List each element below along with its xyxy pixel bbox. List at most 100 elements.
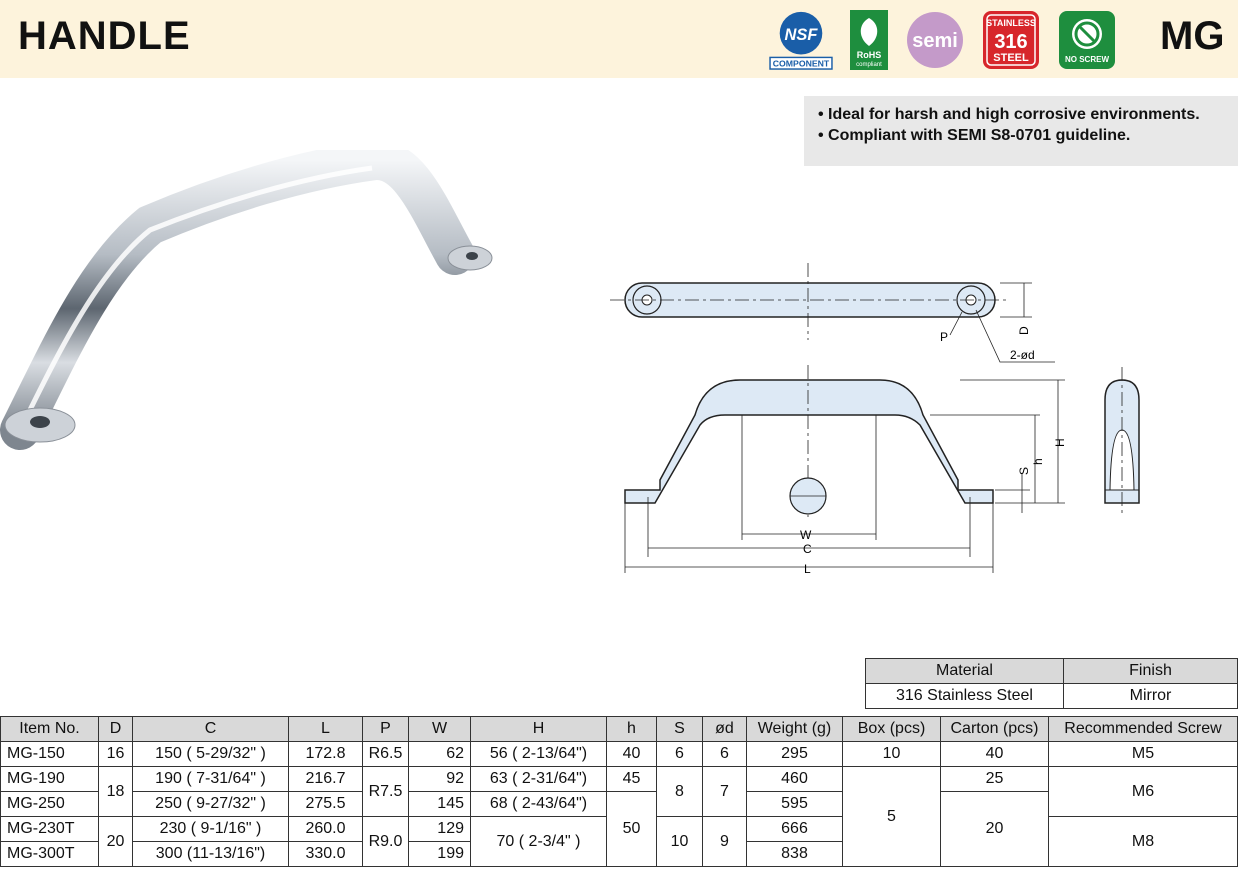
- dim-label-h-lower: h: [1031, 458, 1045, 465]
- svg-text:STAINLESS: STAINLESS: [986, 18, 1036, 28]
- table-cell: M6: [1048, 766, 1238, 817]
- col-box: Box (pcs): [842, 716, 941, 742]
- table-cell: 838: [746, 841, 843, 867]
- svg-text:316: 316: [994, 31, 1027, 53]
- series-code: MG: [1160, 14, 1225, 58]
- table-cell: 595: [746, 791, 843, 817]
- dim-label-l: L: [804, 562, 811, 576]
- table-cell: MG-150: [0, 741, 99, 767]
- table-cell: 216.7: [288, 766, 363, 792]
- table-cell: 68 ( 2-43/64"): [470, 791, 607, 817]
- col-w: W: [408, 716, 471, 742]
- table-cell: 40: [606, 741, 657, 767]
- col-item: Item No.: [0, 716, 99, 742]
- finish-value: Mirror: [1063, 683, 1238, 709]
- col-od: ød: [702, 716, 747, 742]
- table-cell: 275.5: [288, 791, 363, 817]
- table-cell: 172.8: [288, 741, 363, 767]
- table-cell: R7.5: [362, 766, 409, 817]
- table-cell: 16: [98, 741, 133, 767]
- table-cell: 190 ( 7-31/64" ): [132, 766, 289, 792]
- svg-text:NSF: NSF: [785, 26, 819, 44]
- table-cell: 8: [656, 766, 703, 817]
- stainless-316-icon: STAINLESS 316 STEEL: [983, 11, 1039, 69]
- spec-table: Item No. D C L P W H h S ød Weight (g) B…: [0, 716, 1238, 867]
- dim-label-h-upper: H: [1053, 438, 1067, 447]
- table-cell: 10: [842, 741, 941, 767]
- col-weight: Weight (g): [746, 716, 843, 742]
- spec-header-row: Item No. D C L P W H h S ød Weight (g) B…: [0, 716, 1238, 742]
- table-cell: 25: [940, 766, 1049, 792]
- material-table: Material Finish 316 Stainless Steel Mirr…: [865, 658, 1238, 709]
- dim-label-s: S: [1017, 467, 1031, 475]
- table-cell: 150 ( 5-29/32" ): [132, 741, 289, 767]
- dim-label-w: W: [800, 528, 812, 542]
- table-cell: 460: [746, 766, 843, 792]
- table-cell: MG-250: [0, 791, 99, 817]
- dim-label-hole: 2-ød: [1010, 348, 1035, 362]
- table-cell: 7: [702, 766, 747, 817]
- table-cell: 145: [408, 791, 471, 817]
- table-cell: R6.5: [362, 741, 409, 767]
- feature-list: • Ideal for harsh and high corrosive env…: [804, 96, 1238, 166]
- col-h-small: h: [606, 716, 657, 742]
- svg-text:COMPONENT: COMPONENT: [773, 59, 830, 69]
- table-cell: 666: [746, 816, 843, 842]
- table-cell: 40: [940, 741, 1049, 767]
- table-cell: 129: [408, 816, 471, 842]
- table-cell: 45: [606, 766, 657, 792]
- table-row: MG-150 16 150 ( 5-29/32" ) 172.8 R6.5 62…: [0, 741, 1238, 767]
- table-cell: MG-230T: [0, 816, 99, 842]
- dimension-drawing: D P 2-ød W C L H h S: [610, 263, 1140, 576]
- table-cell: 9: [702, 816, 747, 867]
- table-cell: 20: [98, 816, 133, 867]
- table-cell: 50: [606, 791, 657, 867]
- table-cell: 230 ( 9-1/16" ): [132, 816, 289, 842]
- dim-label-d: D: [1017, 326, 1031, 335]
- semi-icon: semi: [907, 12, 963, 68]
- table-cell: 199: [408, 841, 471, 867]
- col-d: D: [98, 716, 133, 742]
- finish-header: Finish: [1063, 658, 1238, 684]
- table-row: MG-190 18 190 ( 7-31/64" ) 216.7 R7.5 92…: [0, 766, 1238, 867]
- dim-label-c: C: [803, 542, 812, 556]
- table-cell: 10: [656, 816, 703, 867]
- col-s: S: [656, 716, 703, 742]
- dim-label-p: P: [940, 330, 948, 344]
- col-screw: Recommended Screw: [1048, 716, 1238, 742]
- nsf-icon: NSF COMPONENT: [769, 11, 833, 70]
- handle-product-photo: [0, 150, 493, 450]
- table-cell: R9.0: [362, 816, 409, 867]
- material-value: 316 Stainless Steel: [865, 683, 1064, 709]
- table-cell: 20: [940, 791, 1049, 867]
- feature-item: • Ideal for harsh and high corrosive env…: [818, 106, 1200, 123]
- table-cell: 260.0: [288, 816, 363, 842]
- svg-text:NO SCREW: NO SCREW: [1065, 55, 1109, 64]
- material-header: Material: [865, 658, 1064, 684]
- table-cell: MG-190: [0, 766, 99, 792]
- col-p: P: [362, 716, 409, 742]
- table-cell: 5: [842, 766, 941, 867]
- table-cell: 62: [408, 741, 471, 767]
- svg-text:STEEL: STEEL: [993, 52, 1029, 64]
- table-cell: M8: [1048, 816, 1238, 867]
- table-cell: M5: [1048, 741, 1238, 767]
- feature-item: • Compliant with SEMI S8-0701 guideline.: [818, 127, 1131, 144]
- svg-text:semi: semi: [912, 30, 958, 52]
- table-cell: 295: [746, 741, 843, 767]
- col-carton: Carton (pcs): [940, 716, 1049, 742]
- table-cell: 6: [656, 741, 703, 767]
- svg-text:RoHS: RoHS: [857, 50, 882, 60]
- col-c: C: [132, 716, 289, 742]
- table-cell: 70 ( 2-3/4" ): [470, 816, 607, 867]
- table-cell: 56 ( 2-13/64"): [470, 741, 607, 767]
- no-screw-icon: NO SCREW: [1059, 11, 1115, 69]
- table-cell: 300 (11-13/16"): [132, 841, 289, 867]
- table-cell: 6: [702, 741, 747, 767]
- table-cell: MG-300T: [0, 841, 99, 867]
- table-cell: 330.0: [288, 841, 363, 867]
- table-cell: 63 ( 2-31/64"): [470, 766, 607, 792]
- table-cell: 92: [408, 766, 471, 792]
- svg-text:compliant: compliant: [856, 62, 882, 68]
- header-bar: HANDLE NSF COMPONENT RoHS compliant semi…: [0, 0, 1238, 78]
